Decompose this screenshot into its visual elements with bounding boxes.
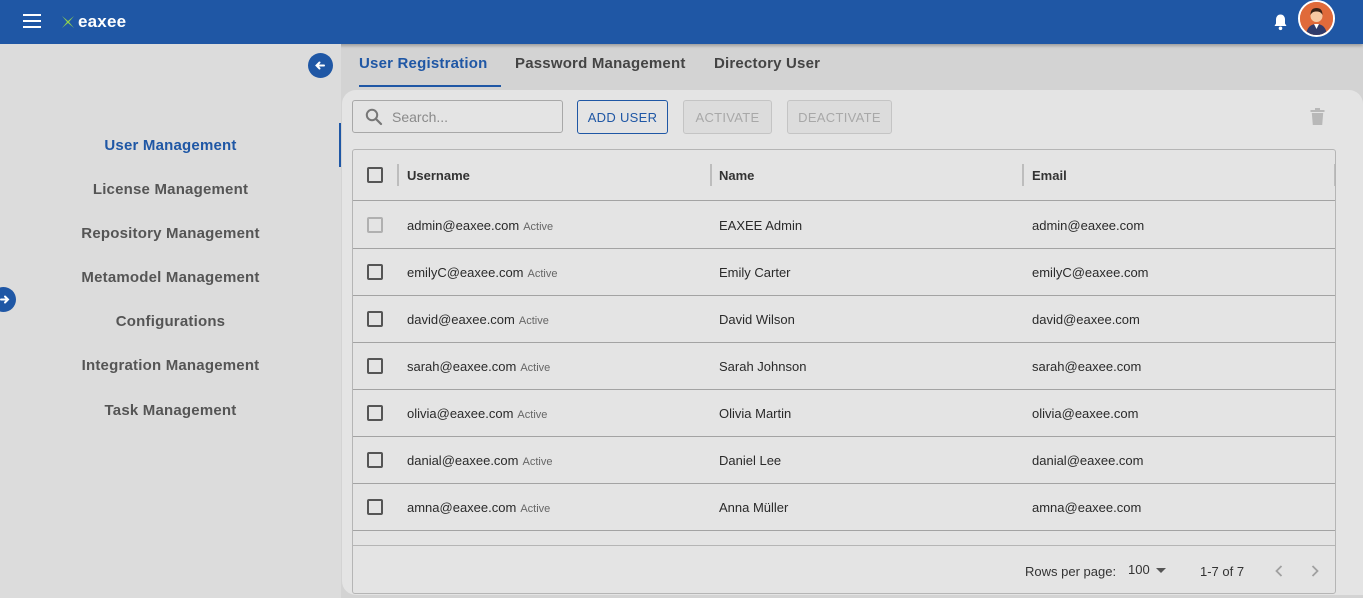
active-tab-indicator [359, 85, 501, 87]
logo-mark-icon [62, 16, 74, 28]
email-cell: emilyC@eaxee.com [1032, 265, 1149, 280]
email-cell: david@eaxee.com [1032, 312, 1140, 327]
chevron-down-icon [1156, 568, 1166, 573]
tab-password-management[interactable]: Password Management [515, 55, 686, 72]
rows-per-page-select[interactable]: 100 [1128, 562, 1168, 580]
select-all-checkbox[interactable] [367, 167, 383, 183]
status-badge: Active [523, 221, 554, 233]
column-separator [710, 164, 712, 186]
row-checkbox[interactable] [367, 358, 383, 374]
top-app-bar: eaxee [0, 0, 1363, 44]
hamburger-menu-icon[interactable] [23, 14, 41, 28]
username-text: admin@eaxee.com [407, 218, 520, 233]
users-table: Username Name Email admin@eaxee.com Activ… [352, 149, 1336, 594]
email-cell: olivia@eaxee.com [1032, 406, 1139, 421]
table-row[interactable]: olivia@eaxee.com Active Olivia Martin oli… [353, 390, 1335, 437]
sidebar-item-metamodel-management[interactable]: Metamodel Management [0, 269, 341, 286]
table-row[interactable]: emilyC@eaxee.com Active Emily Carter emil… [353, 249, 1335, 296]
status-badge: Active [527, 268, 558, 280]
logo-text: eaxee [78, 12, 127, 31]
email-cell: sarah@eaxee.com [1032, 359, 1142, 374]
username-text: emilyC@eaxee.com [407, 265, 524, 280]
add-user-button[interactable]: ADD USER [577, 100, 668, 134]
name-cell: David Wilson [719, 312, 795, 327]
sidebar-item-configurations[interactable]: Configurations [0, 313, 341, 330]
email-cell: amna@eaxee.com [1032, 500, 1142, 515]
sidebar-item-repository-management[interactable]: Repository Management [0, 225, 341, 242]
username-cell: olivia@eaxee.com Active [407, 406, 547, 421]
column-separator [397, 164, 399, 186]
rows-per-page-label: Rows per page: [1025, 564, 1117, 579]
username-text: danial@eaxee.com [407, 453, 519, 468]
trash-icon[interactable] [1310, 108, 1325, 125]
username-cell: emilyC@eaxee.com Active [407, 265, 557, 280]
name-cell: Sarah Johnson [719, 359, 807, 374]
username-cell: david@eaxee.com Active [407, 312, 549, 327]
table-pagination: Rows per page: 100 1-7 of 7 [353, 545, 1335, 593]
column-header-name[interactable]: Name [719, 168, 754, 183]
name-cell: Olivia Martin [719, 406, 792, 421]
status-badge: Active [517, 409, 548, 421]
username-text: amna@eaxee.com [407, 500, 517, 515]
tab-directory-user[interactable]: Directory User [714, 55, 820, 72]
sidebar: User Management License Management Repos… [0, 44, 341, 598]
sidebar-item-user-management[interactable]: User Management [0, 137, 341, 154]
rows-per-page-value: 100 [1128, 562, 1150, 577]
status-badge: Active [518, 315, 549, 327]
email-cell: danial@eaxee.com [1032, 453, 1144, 468]
row-checkbox[interactable] [367, 452, 383, 468]
table-row[interactable]: admin@eaxee.com Active EAXEE Admin admin@… [353, 202, 1335, 249]
name-cell: Anna Müller [719, 500, 789, 515]
arrow-right-icon [0, 295, 10, 304]
search-box[interactable] [352, 100, 563, 133]
activate-button: ACTIVATE [683, 100, 772, 134]
status-badge: Active [520, 503, 551, 515]
expand-sidebar-button[interactable] [0, 287, 16, 312]
back-button[interactable] [308, 53, 333, 78]
username-cell: danial@eaxee.com Active [407, 453, 552, 468]
user-avatar[interactable] [1298, 0, 1335, 37]
table-header: Username Name Email [353, 150, 1335, 201]
avatar-person-icon [1300, 2, 1333, 35]
name-cell: Emily Carter [719, 265, 791, 280]
row-checkbox[interactable] [367, 264, 383, 280]
table-row[interactable]: danial@eaxee.com Active Daniel Lee danial… [353, 437, 1335, 484]
username-text: david@eaxee.com [407, 312, 515, 327]
status-badge: Active [520, 362, 551, 374]
status-badge: Active [522, 456, 553, 468]
username-text: sarah@eaxee.com [407, 359, 517, 374]
table-row[interactable]: sarah@eaxee.com Active Sarah Johnson sara… [353, 343, 1335, 390]
tab-user-registration[interactable]: User Registration [359, 55, 487, 72]
username-cell: admin@eaxee.com Active [407, 218, 553, 233]
deactivate-button: DEACTIVATE [787, 100, 892, 134]
bell-icon[interactable] [1272, 13, 1289, 31]
sidebar-item-license-management[interactable]: License Management [0, 181, 341, 198]
column-separator [1022, 164, 1024, 186]
column-separator [1334, 164, 1335, 186]
previous-page-icon[interactable] [1269, 561, 1289, 581]
name-cell: EAXEE Admin [719, 218, 803, 233]
row-checkbox [367, 217, 383, 233]
column-header-email[interactable]: Email [1032, 168, 1067, 183]
column-header-username[interactable]: Username [407, 168, 470, 183]
username-cell: amna@eaxee.com Active [407, 500, 550, 515]
arrow-left-icon [315, 61, 325, 70]
next-page-icon[interactable] [1305, 561, 1325, 581]
sidebar-active-indicator [339, 123, 341, 167]
sidebar-item-integration-management[interactable]: Integration Management [0, 357, 341, 374]
username-text: olivia@eaxee.com [407, 406, 514, 421]
search-input[interactable] [392, 108, 552, 126]
name-cell: Daniel Lee [719, 453, 782, 468]
row-checkbox[interactable] [367, 405, 383, 421]
pagination-range: 1-7 of 7 [1200, 564, 1245, 579]
row-checkbox[interactable] [367, 499, 383, 515]
app-logo[interactable]: eaxee [61, 11, 126, 33]
sidebar-item-task-management[interactable]: Task Management [0, 402, 341, 419]
username-cell: sarah@eaxee.com Active [407, 359, 550, 374]
search-icon [365, 108, 383, 126]
email-cell: admin@eaxee.com [1032, 218, 1145, 233]
table-row[interactable]: amna@eaxee.com Active Anna Müller amna@ea… [353, 484, 1335, 531]
table-row[interactable]: david@eaxee.com Active David Wilson david… [353, 296, 1335, 343]
row-checkbox[interactable] [367, 311, 383, 327]
